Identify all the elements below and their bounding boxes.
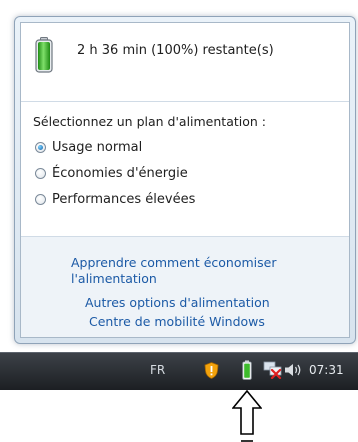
network-disconnected-icon[interactable] [263, 361, 283, 379]
learn-link-line1[interactable]: Apprendre comment économiser [71, 255, 277, 270]
plan-option-label: Performances élevées [52, 191, 196, 207]
plan-option-label: Usage normal [52, 139, 143, 155]
more-power-options-link[interactable]: Autres options d'alimentation [85, 295, 270, 310]
taskbar: FR 07:31 [0, 352, 358, 390]
battery-remaining-text: 2 h 36 min (100%) restante(s) [77, 43, 274, 58]
battery-status-row: 2 h 36 min (100%) restante(s) [21, 23, 349, 102]
power-flyout-panel: 2 h 36 min (100%) restante(s) Sélectionn… [20, 22, 350, 338]
plan-option-normal[interactable]: Usage normal [35, 137, 142, 157]
shield-warning-icon[interactable] [204, 362, 219, 379]
power-plan-section: Sélectionnez un plan d'alimentation : Us… [21, 102, 349, 236]
up-arrow-icon [232, 390, 262, 442]
taskbar-clock[interactable]: 07:31 [309, 363, 344, 377]
volume-icon[interactable] [284, 362, 304, 378]
radio-unselected[interactable] [35, 167, 46, 179]
plan-option-high-performance[interactable]: Performances élevées [35, 189, 195, 209]
flyout-links-area: Apprendre comment économiser l'alimentat… [21, 236, 349, 337]
plan-prompt-label: Sélectionnez un plan d'alimentation : [33, 114, 266, 129]
power-flyout: 2 h 36 min (100%) restante(s) Sélectionn… [14, 16, 356, 344]
battery-full-icon [35, 37, 53, 73]
radio-selected[interactable] [35, 141, 46, 153]
learn-link-line2[interactable]: l'alimentation [71, 271, 157, 286]
language-indicator[interactable]: FR [150, 363, 165, 377]
mobility-center-link[interactable]: Centre de mobilité Windows [89, 314, 265, 329]
radio-unselected[interactable] [35, 193, 46, 205]
battery-icon[interactable] [242, 360, 252, 380]
plan-option-label: Économies d'énergie [52, 165, 188, 181]
learn-save-power-link[interactable]: Apprendre comment économiser l'alimentat… [71, 255, 321, 287]
plan-option-power-saver[interactable]: Économies d'énergie [35, 163, 188, 183]
